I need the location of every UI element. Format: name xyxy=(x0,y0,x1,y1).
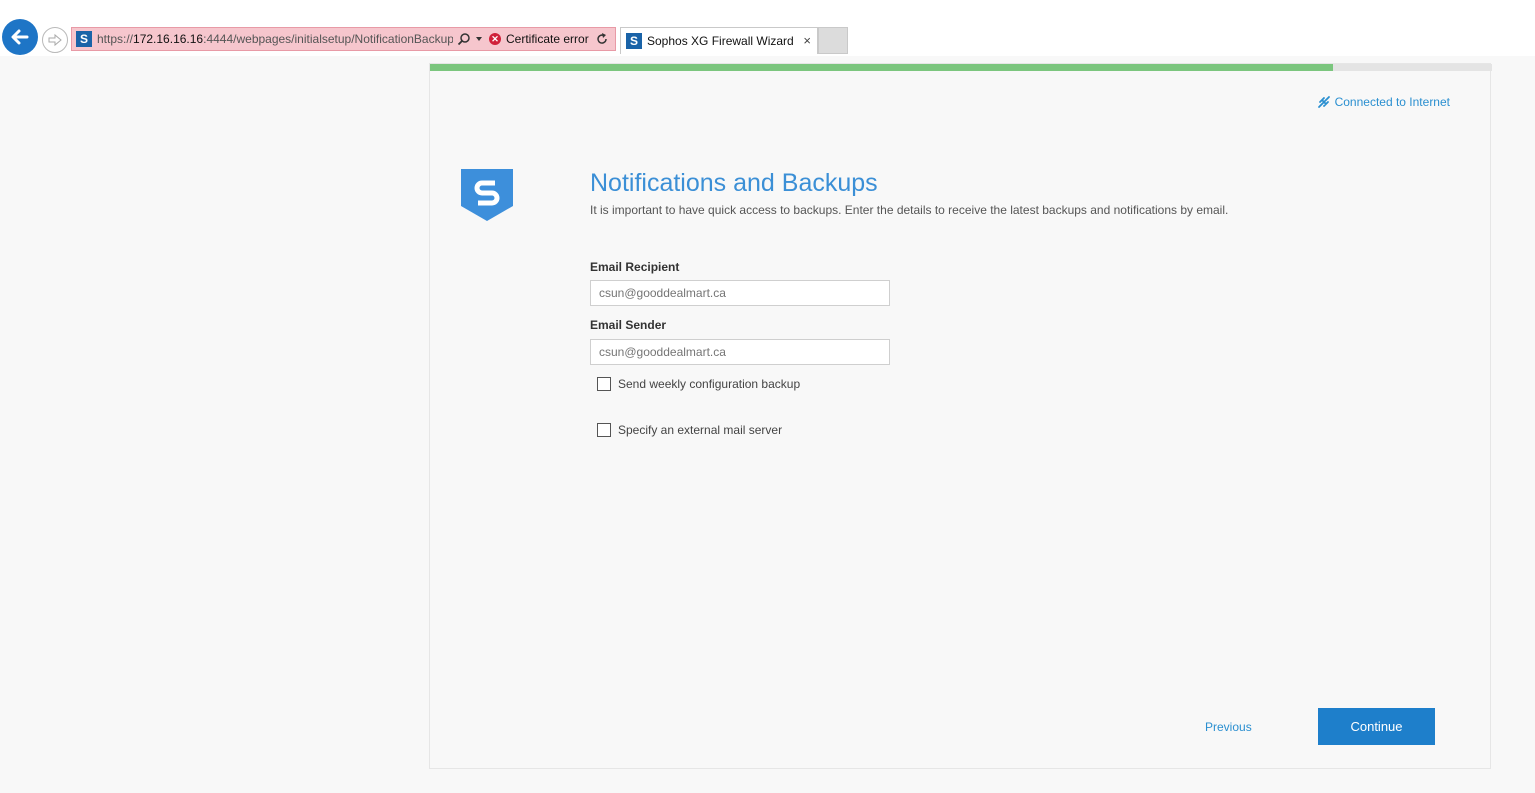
browser-chrome: S https://172.16.16.16:4444/webpages/ini… xyxy=(0,0,1535,56)
email-recipient-input[interactable] xyxy=(590,280,890,306)
continue-button[interactable]: Continue xyxy=(1318,708,1435,745)
certificate-error[interactable]: ✕ Certificate error xyxy=(489,32,589,46)
connection-status: Connected to Internet xyxy=(1317,95,1450,109)
external-mail-checkbox[interactable] xyxy=(597,423,611,437)
search-icon[interactable] xyxy=(457,32,471,46)
connection-icon xyxy=(1317,96,1330,108)
tab-favicon: S xyxy=(626,33,642,49)
page-subtitle: It is important to have quick access to … xyxy=(590,203,1229,217)
address-bar[interactable]: S https://172.16.16.16:4444/webpages/ini… xyxy=(71,27,616,51)
email-recipient-label: Email Recipient xyxy=(590,260,680,274)
certificate-error-icon: ✕ xyxy=(489,33,501,45)
tab-close-icon[interactable]: × xyxy=(803,33,811,48)
back-button[interactable] xyxy=(2,19,38,55)
site-favicon: S xyxy=(76,31,92,47)
tab-sophos-wizard[interactable]: S Sophos XG Firewall Wizard × xyxy=(620,27,818,54)
wizard-panel: Connected to Internet Notifications and … xyxy=(429,63,1492,769)
forward-arrow-icon xyxy=(48,33,62,47)
email-sender-input[interactable] xyxy=(590,339,890,365)
weekly-backup-label: Send weekly configuration backup xyxy=(618,377,801,391)
progress-bar xyxy=(430,64,1492,71)
forward-button[interactable] xyxy=(42,27,68,53)
external-mail-label: Specify an external mail server xyxy=(618,423,783,437)
sophos-shield-logo xyxy=(461,169,513,221)
new-tab-button[interactable] xyxy=(818,27,848,54)
weekly-backup-checkbox[interactable] xyxy=(597,377,611,391)
tab-title: Sophos XG Firewall Wizard xyxy=(647,34,794,48)
back-arrow-icon xyxy=(11,29,29,45)
weekly-backup-option[interactable]: Send weekly configuration backup xyxy=(597,377,800,391)
previous-link[interactable]: Previous xyxy=(1205,720,1252,734)
email-sender-label: Email Sender xyxy=(590,318,667,332)
dropdown-arrow-icon[interactable] xyxy=(475,35,483,43)
page-title: Notifications and Backups xyxy=(590,169,878,197)
external-mail-option[interactable]: Specify an external mail server xyxy=(597,423,782,437)
url-text[interactable]: https://172.16.16.16:4444/webpages/initi… xyxy=(97,32,453,46)
refresh-icon[interactable] xyxy=(596,33,608,45)
progress-fill xyxy=(430,64,1333,71)
